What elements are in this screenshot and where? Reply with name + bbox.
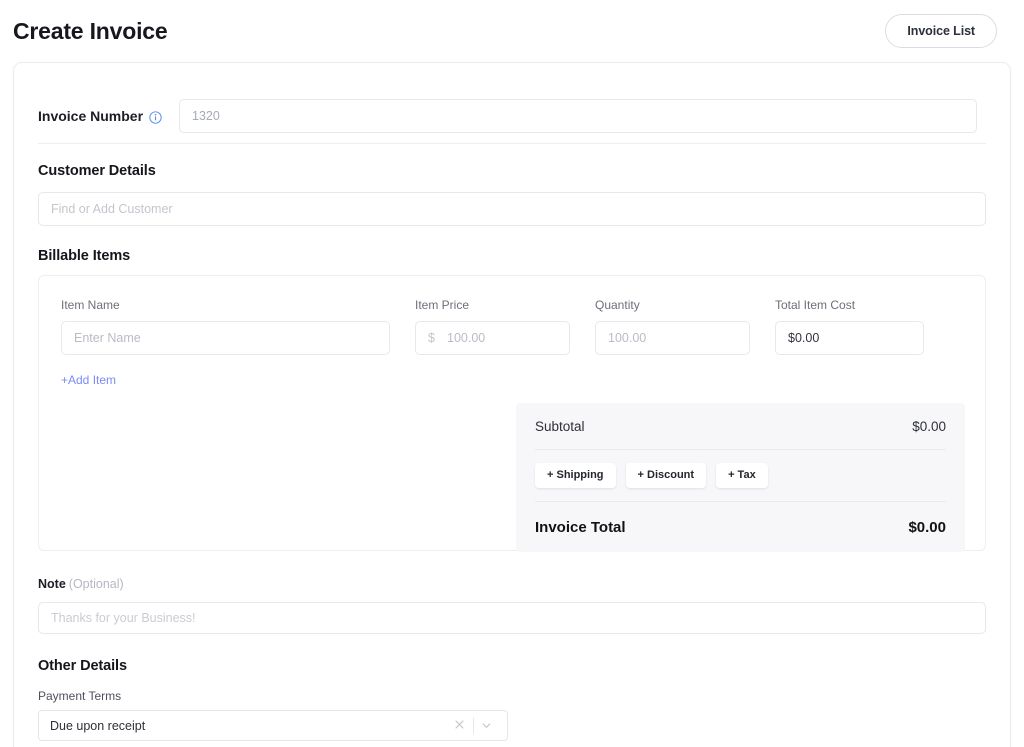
- info-circle-icon[interactable]: [149, 110, 162, 124]
- note-optional-label: (Optional): [68, 577, 124, 591]
- invoice-form-card: Invoice Number Customer Details Billable…: [13, 62, 1011, 747]
- invoice-total-row: Invoice Total $0.00: [535, 502, 946, 552]
- chevron-down-icon[interactable]: [474, 720, 499, 731]
- quantity-input[interactable]: [595, 321, 750, 355]
- column-header-item-price: Item Price: [415, 298, 470, 312]
- customer-details-heading: Customer Details: [38, 163, 156, 179]
- column-header-quantity: Quantity: [595, 298, 640, 312]
- billable-items-header-row: Item Name Item Price Quantity Total Item…: [61, 298, 963, 321]
- other-details-heading: Other Details: [38, 658, 127, 674]
- invoice-number-label: Invoice Number: [38, 108, 144, 124]
- subtotal-label: Subtotal: [535, 418, 585, 434]
- page-header: Create Invoice Invoice List: [0, 0, 1024, 62]
- add-tax-button[interactable]: + Tax: [716, 463, 768, 488]
- item-price-cell: $: [415, 321, 595, 355]
- note-label: Note: [38, 577, 66, 591]
- add-shipping-button[interactable]: + Shipping: [535, 463, 616, 488]
- item-name-input[interactable]: [61, 321, 390, 355]
- billable-item-row: $: [61, 321, 963, 355]
- payment-terms-select[interactable]: Due upon receipt: [38, 710, 508, 741]
- close-icon[interactable]: [446, 719, 473, 732]
- create-invoice-page: Create Invoice Invoice List Invoice Numb…: [0, 0, 1024, 747]
- invoice-number-row: Invoice Number: [38, 63, 986, 143]
- note-section: Note (Optional): [38, 551, 986, 634]
- invoice-list-button[interactable]: Invoice List: [885, 13, 997, 49]
- total-item-cost-input: [775, 321, 924, 355]
- billable-items-card: Item Name Item Price Quantity Total Item…: [38, 275, 986, 552]
- totals-action-buttons: + Shipping + Discount + Tax: [535, 450, 946, 502]
- invoice-total-value: $0.00: [908, 518, 946, 536]
- invoice-number-input[interactable]: [179, 99, 978, 133]
- add-discount-button[interactable]: + Discount: [625, 463, 707, 488]
- column-header-item-name: Item Name: [61, 298, 120, 312]
- add-item-link[interactable]: +Add Item: [61, 373, 116, 387]
- subtotal-value: $0.00: [912, 418, 946, 434]
- payment-terms-value: Due upon receipt: [50, 718, 146, 733]
- note-label-wrap: Note (Optional): [38, 575, 986, 593]
- subtotal-row: Subtotal $0.00: [535, 403, 946, 450]
- payment-terms-label: Payment Terms: [38, 689, 122, 703]
- item-price-input[interactable]: [415, 321, 570, 355]
- customer-search-input[interactable]: [38, 192, 986, 226]
- invoice-total-label: Invoice Total: [535, 518, 626, 536]
- quantity-cell: [595, 321, 775, 355]
- item-name-cell: [61, 321, 415, 355]
- total-item-cost-cell: [775, 321, 949, 355]
- page-title: Create Invoice: [13, 17, 168, 44]
- customer-details-section: Customer Details: [38, 144, 986, 226]
- note-input[interactable]: [38, 602, 986, 634]
- billable-items-heading: Billable Items: [38, 248, 131, 264]
- column-header-total-item-cost: Total Item Cost: [775, 298, 856, 312]
- totals-panel: Subtotal $0.00 + Shipping + Discount + T…: [516, 403, 965, 552]
